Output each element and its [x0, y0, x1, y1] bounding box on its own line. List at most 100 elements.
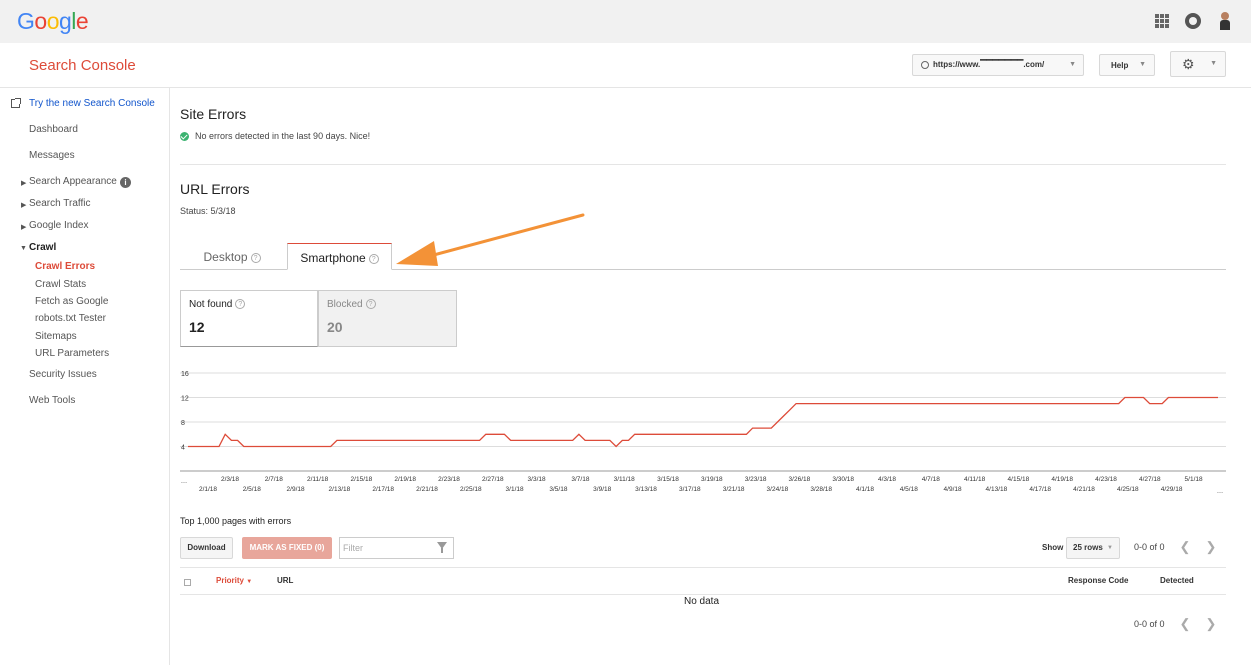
- count-label: Not found?: [189, 299, 246, 310]
- info-icon[interactable]: i: [120, 177, 131, 188]
- filter-input[interactable]: Filter: [339, 537, 454, 559]
- tab-desktop[interactable]: Desktop?: [182, 243, 282, 270]
- x-tick-label: 4/15/18: [1008, 476, 1030, 483]
- rows-select-value: 25 rows: [1073, 543, 1103, 552]
- x-tick-label: 3/7/18: [571, 476, 589, 483]
- expand-arrow-icon: ▶: [21, 202, 27, 209]
- site-selector[interactable]: https://www.▔▔▔▔▔▔▔.com/ ▼: [912, 54, 1084, 76]
- sidebar-item-fetch-as-google[interactable]: Fetch as Google: [35, 296, 108, 307]
- next-page-icon[interactable]: ❯: [1201, 615, 1221, 635]
- x-tick-label: 5/1/18: [1185, 476, 1203, 483]
- divider: [180, 594, 1226, 595]
- sidebar-item-try-new[interactable]: Try the new Search Console: [29, 98, 155, 109]
- count-value: 20: [327, 319, 343, 335]
- no-data-message: No data: [684, 596, 720, 607]
- sidebar-item-search-traffic[interactable]: Search Traffic: [29, 198, 91, 209]
- sidebar-item-search-appearance[interactable]: Search Appearance: [29, 176, 117, 187]
- column-detected[interactable]: Detected: [1160, 576, 1194, 585]
- sidebar-item-crawl-stats[interactable]: Crawl Stats: [35, 279, 86, 290]
- gear-icon: ⚙: [1182, 56, 1195, 72]
- x-tick-ellipsis: …: [181, 478, 188, 485]
- tab-label: Smartphone: [300, 251, 366, 265]
- column-priority[interactable]: Priority ▼: [216, 576, 252, 585]
- next-page-icon[interactable]: ❯: [1201, 538, 1221, 558]
- x-tick-label: 3/5/18: [549, 486, 567, 493]
- x-tick-label: 4/9/18: [944, 486, 962, 493]
- x-tick-label: 2/17/18: [372, 486, 394, 493]
- apps-grid-icon[interactable]: [1155, 14, 1169, 28]
- column-response-code[interactable]: Response Code: [1068, 576, 1128, 585]
- divider: [180, 567, 1226, 568]
- help-icon[interactable]: ?: [365, 299, 376, 310]
- x-tick-label: 2/19/18: [394, 476, 416, 483]
- x-tick-label: 4/17/18: [1029, 486, 1051, 493]
- sidebar-item-url-parameters[interactable]: URL Parameters: [35, 348, 109, 359]
- table-caption: Top 1,000 pages with errors: [180, 516, 292, 526]
- x-tick-label: 4/25/18: [1117, 486, 1139, 493]
- rows-select[interactable]: 25 rows ▼: [1066, 537, 1120, 559]
- help-icon[interactable]: ?: [235, 299, 246, 310]
- sidebar-item-dashboard[interactable]: Dashboard: [29, 124, 78, 135]
- x-tick-label: 2/5/18: [243, 486, 261, 493]
- x-tick-label: 3/24/18: [767, 486, 789, 493]
- logo-letter: o: [46, 8, 60, 34]
- tab-label: Desktop: [203, 250, 248, 264]
- sidebar-item-robots-tester[interactable]: robots.txt Tester: [35, 313, 106, 324]
- chevron-down-icon: ▼: [1139, 61, 1146, 68]
- external-link-icon: [11, 98, 21, 108]
- prev-page-icon[interactable]: ❮: [1175, 538, 1195, 558]
- x-tick-label: 4/21/18: [1073, 486, 1095, 493]
- x-tick-ellipsis: …: [1217, 488, 1224, 495]
- x-tick-label: 2/9/18: [287, 486, 305, 493]
- x-tick-label: 4/29/18: [1161, 486, 1183, 493]
- url-errors-status: Status: 5/3/18: [180, 206, 236, 216]
- chevron-down-icon: ▼: [1107, 545, 1113, 551]
- sidebar-item-crawl[interactable]: Crawl: [29, 242, 56, 253]
- x-tick-label: 2/25/18: [460, 486, 482, 493]
- x-tick-label: 3/23/18: [745, 476, 767, 483]
- select-all-checkbox[interactable]: [184, 579, 191, 586]
- help-icon[interactable]: ?: [250, 252, 261, 263]
- download-button[interactable]: Download: [180, 537, 233, 559]
- x-tick-label: 2/23/18: [438, 476, 460, 483]
- y-tick-label: 16: [181, 371, 189, 378]
- tab-smartphone[interactable]: Smartphone?: [287, 243, 392, 270]
- collapse-arrow-icon: ▼: [20, 245, 27, 252]
- site-errors-title: Site Errors: [180, 106, 247, 122]
- check-circle-icon: [180, 132, 189, 141]
- settings-button[interactable]: ⚙ ▼: [1170, 51, 1226, 77]
- y-tick-label: 12: [181, 396, 189, 403]
- prev-page-icon[interactable]: ❮: [1175, 615, 1195, 635]
- sidebar-item-messages[interactable]: Messages: [29, 150, 75, 161]
- show-label: Show: [1042, 543, 1064, 552]
- x-tick-label: 2/27/18: [482, 476, 504, 483]
- sidebar-item-security-issues[interactable]: Security Issues: [29, 369, 97, 380]
- google-logo[interactable]: Google: [17, 8, 89, 35]
- blocked-box[interactable]: Blocked? 20: [318, 290, 457, 347]
- not-found-box[interactable]: Not found? 12: [180, 290, 318, 347]
- column-url[interactable]: URL: [277, 576, 293, 585]
- filter-icon[interactable]: [437, 542, 447, 553]
- notifications-icon[interactable]: [1185, 13, 1201, 29]
- sidebar-item-web-tools[interactable]: Web Tools: [29, 395, 75, 406]
- avatar[interactable]: [1217, 12, 1233, 30]
- x-tick-label: 3/19/18: [701, 476, 723, 483]
- x-tick-label: 3/28/18: [810, 486, 832, 493]
- x-tick-label: 2/13/18: [329, 486, 351, 493]
- sidebar-item-crawl-errors[interactable]: Crawl Errors: [35, 261, 95, 272]
- sidebar-item-google-index[interactable]: Google Index: [29, 220, 89, 231]
- x-tick-label: 4/23/18: [1095, 476, 1117, 483]
- help-button[interactable]: Help ▼: [1099, 54, 1155, 76]
- mark-as-fixed-button[interactable]: MARK AS FIXED (0): [242, 537, 332, 559]
- x-tick-label: 2/11/18: [307, 476, 329, 483]
- x-tick-label: 4/11/18: [964, 476, 986, 483]
- x-tick-label: 3/9/18: [593, 486, 611, 493]
- x-tick-label: 4/1/18: [856, 486, 874, 493]
- pagination-range-bottom: 0-0 of 0: [1134, 619, 1165, 629]
- count-value: 12: [189, 319, 205, 335]
- url-errors-title: URL Errors: [180, 181, 250, 197]
- search-console-title[interactable]: Search Console: [29, 57, 136, 74]
- y-tick-label: 8: [181, 420, 185, 427]
- help-icon[interactable]: ?: [368, 253, 379, 264]
- sidebar-item-sitemaps[interactable]: Sitemaps: [35, 331, 77, 342]
